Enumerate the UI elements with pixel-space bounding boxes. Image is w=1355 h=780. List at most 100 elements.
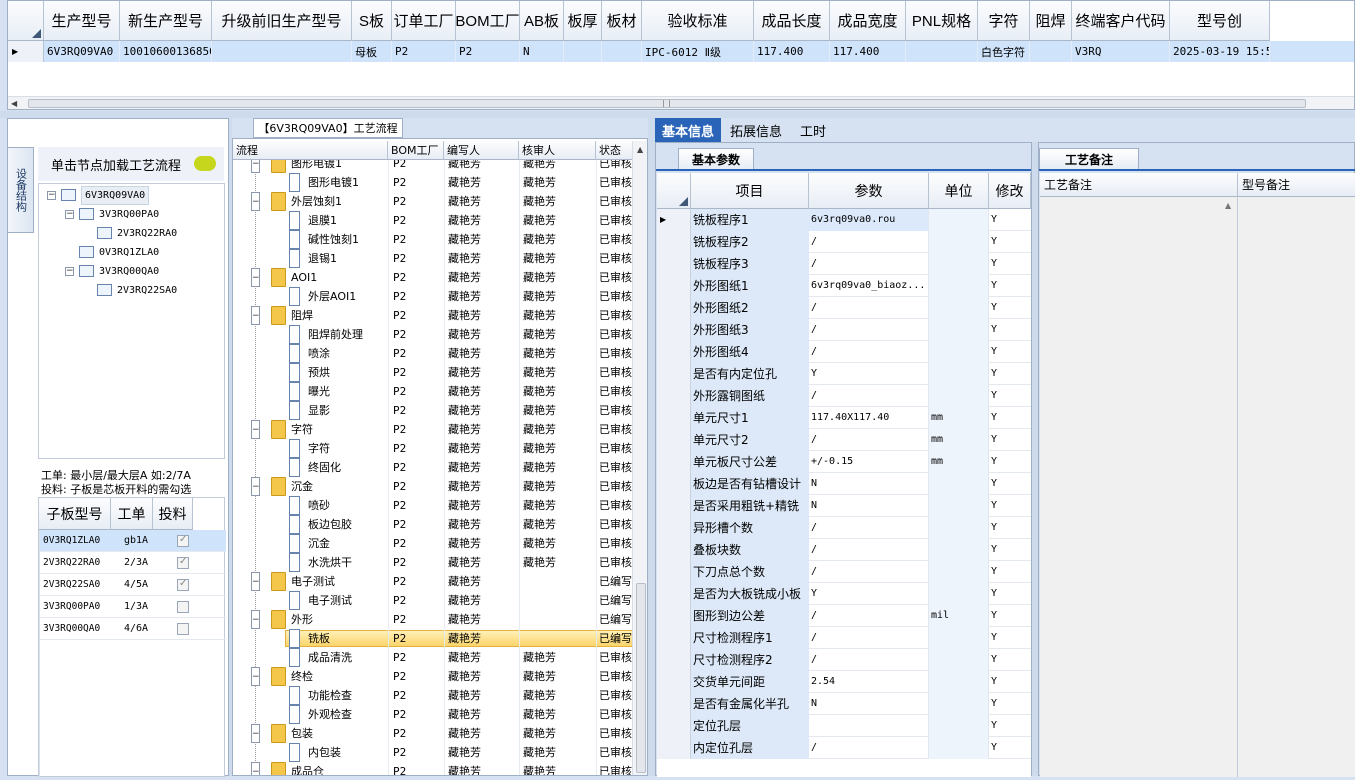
collapse-icon[interactable]: − xyxy=(251,160,260,173)
feed-checkbox[interactable] xyxy=(177,601,189,613)
collapse-icon[interactable]: − xyxy=(251,762,260,775)
param-row[interactable]: 定位孔层 Y xyxy=(657,715,1031,737)
param-value-cell[interactable] xyxy=(809,715,929,737)
tab-basic-info[interactable]: 基本信息 xyxy=(655,118,721,142)
sub-board-row[interactable]: 2V3RQ22SA0 4/5A xyxy=(39,574,226,596)
col-header-pnl-spec[interactable]: PNL规格 xyxy=(906,1,978,41)
param-value-cell[interactable]: N xyxy=(809,495,929,517)
process-vscroll[interactable]: ▲ xyxy=(632,141,647,775)
process-row[interactable]: 水洗烘干 P2 藏艳芳 藏艳芳 已审核 xyxy=(233,553,633,572)
process-row[interactable]: 字符 P2 藏艳芳 藏艳芳 已审核 xyxy=(233,439,633,458)
param-value-cell[interactable]: / xyxy=(809,319,929,341)
param-row[interactable]: 图形到边公差 / mil Y xyxy=(657,605,1031,627)
param-header-item[interactable]: 项目 xyxy=(691,173,809,209)
process-row[interactable]: 外观检查 P2 藏艳芳 藏艳芳 已审核 xyxy=(233,705,633,724)
horizontal-splitter[interactable] xyxy=(0,111,1355,118)
collapse-icon[interactable]: − xyxy=(251,572,260,591)
param-value-cell[interactable]: N xyxy=(809,473,929,495)
collapse-icon[interactable]: − xyxy=(251,610,260,629)
param-row[interactable]: 尺寸检测程序1/ Y xyxy=(657,627,1031,649)
vertical-tab-device[interactable]: 设备结构 xyxy=(8,147,34,233)
param-row[interactable]: 外形图纸4/ Y xyxy=(657,341,1031,363)
process-header-status[interactable]: 状态 xyxy=(596,141,633,160)
process-row[interactable]: − 电子测试 P2 藏艳芳 已编写 xyxy=(233,572,633,591)
process-header-reviewer[interactable]: 核审人 xyxy=(519,141,596,160)
param-value-cell[interactable]: / xyxy=(809,737,929,759)
col-header-s-board[interactable]: S板 xyxy=(352,1,392,41)
col-header-customer-code[interactable]: 终端客户代码 xyxy=(1072,1,1170,41)
param-value-cell[interactable]: Y xyxy=(809,583,929,605)
param-row[interactable]: 内定位孔层 / Y xyxy=(657,737,1031,759)
process-header-flow[interactable]: 流程 xyxy=(233,141,388,160)
param-row[interactable]: 铣板程序3/ Y xyxy=(657,253,1031,275)
param-value-cell[interactable]: N xyxy=(809,693,929,715)
model-remark-textarea[interactable] xyxy=(1238,197,1355,777)
param-row[interactable]: 异形槽个数 / Y xyxy=(657,517,1031,539)
collapse-icon[interactable]: − xyxy=(65,267,74,276)
process-remark-textarea[interactable]: ▲ xyxy=(1040,197,1238,777)
param-row[interactable]: 外形露铜图纸 / Y xyxy=(657,385,1031,407)
cell-finished-length[interactable]: 117.400 xyxy=(754,41,830,62)
process-row[interactable]: 显影 P2 藏艳芳 藏艳芳 已审核 xyxy=(233,401,633,420)
process-row[interactable]: 板边包胶 P2 藏艳芳 藏艳芳 已审核 xyxy=(233,515,633,534)
cell-solder-mask[interactable] xyxy=(1030,41,1072,62)
sub-header-sub-model[interactable]: 子板型号 xyxy=(39,498,111,530)
top-hscroll[interactable]: ◀ xyxy=(8,96,1354,109)
process-row[interactable]: 外层AOI1 P2 藏艳芳 藏艳芳 已审核 xyxy=(233,287,633,306)
param-value-cell[interactable]: / xyxy=(809,341,929,363)
process-row[interactable]: 沉金 P2 藏艳芳 藏艳芳 已审核 xyxy=(233,534,633,553)
param-value-cell[interactable]: / xyxy=(809,649,929,671)
param-row[interactable]: 铣板程序2/ Y xyxy=(657,231,1031,253)
collapse-icon[interactable]: − xyxy=(251,420,260,439)
sub-board-row[interactable]: 3V3RQ00PA0 1/3A xyxy=(39,596,226,618)
col-header-order-factory[interactable]: 订单工厂 xyxy=(392,1,456,41)
param-value-cell[interactable]: / xyxy=(809,517,929,539)
cell-model-created[interactable]: 2025-03-19 15:55 xyxy=(1170,41,1270,62)
col-header-production-model[interactable]: 生产型号 xyxy=(44,1,120,41)
collapse-icon[interactable]: − xyxy=(251,192,260,211)
tree-node[interactable]: 2V3RQ22SA0 xyxy=(39,281,224,300)
param-value-cell[interactable]: 2.54 xyxy=(809,671,929,693)
col-header-board-thickness[interactable]: 板厚 xyxy=(564,1,602,41)
param-header-modify[interactable]: 修改 xyxy=(989,173,1031,209)
collapse-icon[interactable]: − xyxy=(251,306,260,325)
param-value-cell[interactable]: / xyxy=(809,231,929,253)
cell-new-production-model[interactable]: 10010600136850 xyxy=(120,41,212,62)
cell-pnl-spec[interactable] xyxy=(906,41,978,62)
process-row[interactable]: 电子测试 P2 藏艳芳 已编写 xyxy=(233,591,633,610)
cell-ab-board[interactable]: N xyxy=(520,41,564,62)
param-row[interactable]: 是否采用粗铣+精铣 N Y xyxy=(657,495,1031,517)
param-row[interactable]: 下刀点总个数 / Y xyxy=(657,561,1031,583)
process-row[interactable]: 喷涂 P2 藏艳芳 藏艳芳 已审核 xyxy=(233,344,633,363)
process-row[interactable]: 终固化 P2 藏艳芳 藏艳芳 已审核 xyxy=(233,458,633,477)
process-row[interactable]: − 外形 P2 藏艳芳 已编写 xyxy=(233,610,633,629)
col-header-solder-mask[interactable]: 阻焊 xyxy=(1030,1,1072,41)
param-row[interactable]: 叠板块数 / Y xyxy=(657,539,1031,561)
tree-node[interactable]: 2V3RQ22RA0 xyxy=(39,224,224,243)
cell-finished-width[interactable]: 117.400 xyxy=(830,41,906,62)
middle-splitter[interactable] xyxy=(648,118,655,776)
process-row[interactable]: − 字符 P2 藏艳芳 藏艳芳 已审核 xyxy=(233,420,633,439)
param-row[interactable]: 是否为大板铣成小板 Y Y xyxy=(657,583,1031,605)
process-row[interactable]: − 包装 P2 藏艳芳 藏艳芳 已审核 xyxy=(233,724,633,743)
process-row[interactable]: 阻焊前处理 P2 藏艳芳 藏艳芳 已审核 xyxy=(233,325,633,344)
tree-node[interactable]: − 3V3RQ00PA0 xyxy=(39,205,224,224)
feed-checkbox[interactable] xyxy=(177,578,189,591)
param-row[interactable]: 外形图纸1 6v3rq09va0_biaoz... Y xyxy=(657,275,1031,297)
subtab-basic-params[interactable]: 基本参数 xyxy=(678,148,754,169)
cell-character[interactable]: 白色字符 xyxy=(978,41,1030,62)
feed-checkbox[interactable] xyxy=(177,556,189,569)
cell-acceptance-standard[interactable]: IPC-6012 Ⅱ级 xyxy=(642,41,754,62)
param-value-cell[interactable]: 6v3rq09va0_biaoz... xyxy=(809,275,929,297)
cell-old-production-model[interactable] xyxy=(212,41,352,62)
param-value-cell[interactable]: / xyxy=(809,253,929,275)
tree-node[interactable]: − 6V3RQ09VA0 xyxy=(39,186,224,205)
param-row[interactable]: 单元尺寸1 117.40X117.40 mm Y xyxy=(657,407,1031,429)
param-value-cell[interactable]: / xyxy=(809,385,929,407)
process-row[interactable]: 碱性蚀刻1 P2 藏艳芳 藏艳芳 已审核 xyxy=(233,230,633,249)
cell-order-factory[interactable]: P2 xyxy=(392,41,456,62)
sub-board-row[interactable]: 2V3RQ22RA0 2/3A xyxy=(39,552,226,574)
process-row[interactable]: 图形电镀1 P2 藏艳芳 藏艳芳 已审核 xyxy=(233,173,633,192)
col-header-old-production-model[interactable]: 升级前旧生产型号 xyxy=(212,1,352,41)
param-row[interactable]: 尺寸检测程序2/ Y xyxy=(657,649,1031,671)
